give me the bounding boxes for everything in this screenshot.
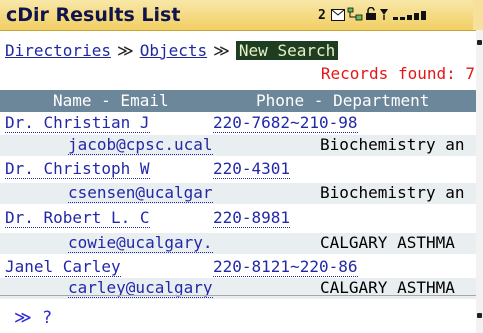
envelope-icon — [330, 6, 345, 25]
contact-phone-link[interactable]: 220-7682~210-98 — [213, 113, 358, 133]
breadcrumb-new-search[interactable]: New Search — [235, 40, 339, 60]
scroll-down-indicator[interactable] — [477, 313, 482, 318]
search-prompt-link[interactable]: ≫ ? — [14, 308, 52, 328]
breadcrumb: Directories ≫ Objects ≫ New Search — [5, 38, 339, 62]
table-row: Janel Carley 220-8121~220-86 — [0, 257, 483, 278]
table-row: Dr. Christoph W 220-4301 — [0, 159, 483, 180]
signal-icon — [379, 6, 427, 25]
bottom-input-row: ≫ ? — [0, 303, 483, 331]
scrollbar[interactable] — [476, 30, 483, 333]
contact-email-link[interactable]: cowie@ucalgary. — [68, 233, 213, 253]
status-icons: 2 — [318, 6, 427, 25]
column-header-phone-department: Phone - Department — [256, 91, 430, 110]
screen: cDir Results List 2 Directories ≫ Object… — [0, 0, 483, 333]
message-count: 2 — [318, 7, 326, 23]
breadcrumb-objects[interactable]: Objects — [140, 41, 207, 60]
table-header: Name - Email Phone - Department — [0, 90, 483, 112]
contact-email-link[interactable]: csensen@ucalgar — [68, 183, 213, 203]
contact-phone-link[interactable]: 220-4301 — [213, 159, 291, 179]
contact-email-link[interactable]: jacob@cpsc.ucal — [68, 135, 213, 155]
breadcrumb-separator: ≫ — [213, 40, 230, 60]
contact-department: Biochemistry an — [320, 183, 465, 202]
contact-name-link[interactable]: Dr. Robert L. C — [5, 208, 150, 228]
contact-phone-link[interactable]: 220-8981 — [213, 208, 291, 228]
contact-department: CALGARY ASTHMA — [320, 233, 455, 252]
contact-name-link[interactable]: Dr. Christian J — [5, 113, 150, 133]
column-header-name-email: Name - Email — [53, 91, 169, 110]
window-edge — [473, 0, 483, 30]
network-icon — [347, 6, 363, 25]
table-row: jacob@cpsc.ucal Biochemistry an — [0, 135, 483, 156]
lock-icon — [365, 6, 377, 25]
contact-name-link[interactable]: Dr. Christoph W — [5, 159, 150, 179]
scroll-up-indicator[interactable] — [477, 40, 482, 45]
contact-department: Biochemistry an — [320, 135, 465, 154]
table-row: Dr. Christian J 220-7682~210-98 — [0, 113, 483, 134]
table-row: Dr. Robert L. C 220-8981 — [0, 208, 483, 229]
records-found-count: Records found: 7 — [320, 64, 475, 83]
contact-phone-link[interactable]: 220-8121~220-86 — [213, 257, 358, 277]
table-row: csensen@ucalgar Biochemistry an — [0, 183, 483, 204]
table-row: cowie@ucalgary. CALGARY ASTHMA — [0, 233, 483, 254]
title-bar: cDir Results List 2 — [0, 0, 483, 31]
app-title: cDir Results List — [6, 4, 181, 26]
divider — [0, 295, 483, 296]
breadcrumb-separator: ≫ — [116, 40, 134, 60]
contact-name-link[interactable]: Janel Carley — [5, 257, 121, 277]
breadcrumb-directories[interactable]: Directories — [5, 41, 111, 60]
